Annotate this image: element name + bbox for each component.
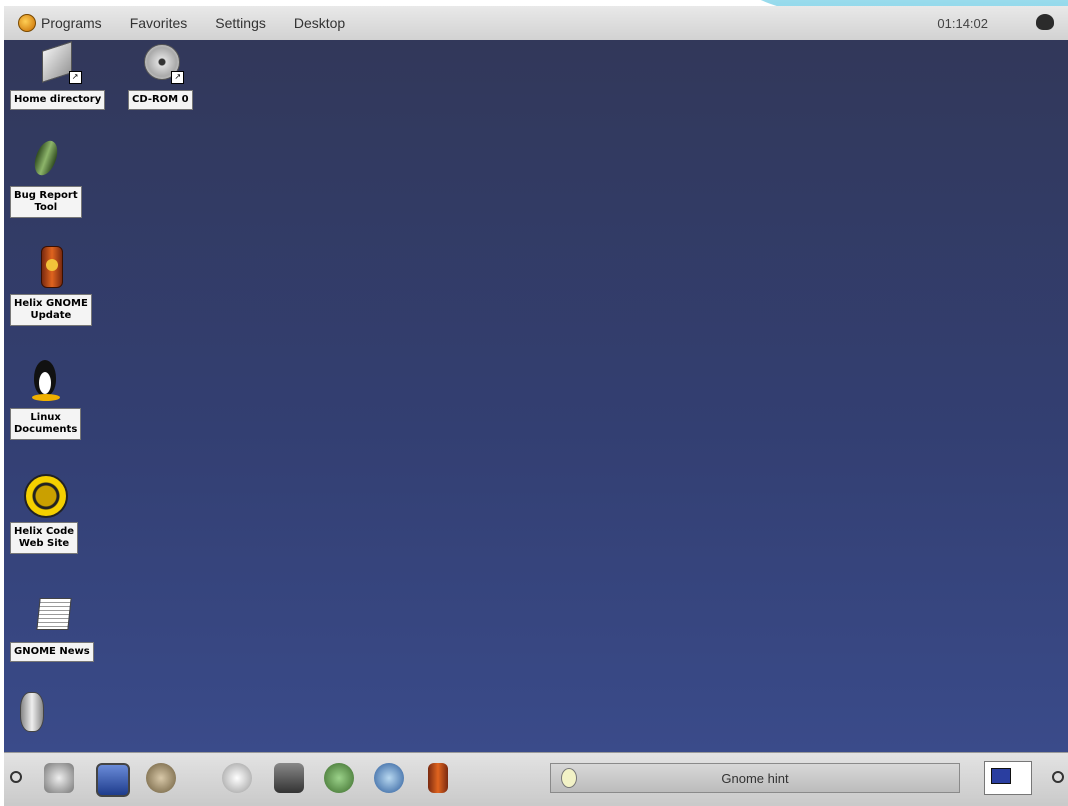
menu-programs-label: Programs bbox=[41, 15, 102, 31]
hint-text: Gnome hint bbox=[721, 770, 789, 786]
workspace-pager[interactable] bbox=[984, 761, 1032, 795]
menu-desktop[interactable]: Desktop bbox=[280, 6, 359, 40]
web-browser-icon[interactable] bbox=[374, 763, 404, 793]
desktop-icon-label: CD-ROM 0 bbox=[128, 90, 193, 110]
desktop-icon-cdrom[interactable]: ↗ CD-ROM 0 bbox=[128, 40, 193, 110]
top-panel: Programs Favorites Settings Desktop 01:1… bbox=[4, 6, 1068, 41]
desktop-icon-label: Home directory bbox=[10, 90, 106, 110]
desktop-icon-bug-report[interactable]: Bug Report Tool bbox=[10, 136, 82, 218]
desktop-icon-label: Helix GNOME Update bbox=[10, 294, 92, 326]
desktop-icon-linux-documents[interactable]: Linux Documents bbox=[10, 358, 82, 440]
tux-penguin-icon bbox=[24, 358, 68, 402]
desktop-icon-home[interactable]: ↗ Home directory bbox=[10, 40, 106, 110]
mail-icon[interactable] bbox=[324, 763, 354, 793]
desktop-icon-label: Helix Code Web Site bbox=[10, 522, 79, 554]
desktop-icon-gnome-foot[interactable] bbox=[10, 690, 54, 734]
settings-icon[interactable] bbox=[274, 763, 304, 793]
monitor-icon[interactable] bbox=[96, 763, 130, 797]
desktop-icon-helix-web-site[interactable]: Helix Code Web Site bbox=[10, 472, 79, 554]
clock[interactable]: 01:14:02 bbox=[937, 6, 988, 40]
gnome-hint-applet[interactable]: Gnome hint bbox=[550, 763, 960, 793]
system-tray-icon[interactable] bbox=[1036, 14, 1054, 30]
workspace-cell[interactable] bbox=[991, 768, 1011, 784]
update-jar-icon[interactable] bbox=[428, 763, 448, 793]
desktop-icon-label: GNOME News bbox=[10, 642, 94, 662]
newspaper-icon bbox=[30, 592, 74, 636]
help-icon[interactable] bbox=[222, 763, 252, 793]
menu-programs[interactable]: Programs bbox=[4, 6, 116, 40]
desktop-icon-label: Bug Report Tool bbox=[10, 186, 82, 218]
panel-hide-right-button[interactable] bbox=[1052, 771, 1064, 783]
desktop-icon-gnome-news[interactable]: GNOME News bbox=[10, 592, 94, 662]
menu-settings[interactable]: Settings bbox=[201, 6, 280, 40]
bottom-panel: Gnome hint bbox=[4, 752, 1068, 806]
screen: Programs Favorites Settings Desktop 01:1… bbox=[0, 0, 1068, 806]
folder-icon: ↗ bbox=[36, 40, 82, 84]
bug-icon bbox=[24, 136, 68, 180]
gnome-foot-menu-icon[interactable] bbox=[44, 763, 74, 793]
desktop-area: ↗ Home directory ↗ CD-ROM 0 Bug Report T… bbox=[4, 40, 1068, 752]
gnome-foot-icon bbox=[18, 14, 36, 32]
menu-favorites[interactable]: Favorites bbox=[116, 6, 202, 40]
helix-gear-icon bbox=[22, 472, 69, 518]
menu-settings-label: Settings bbox=[215, 15, 266, 31]
menu-desktop-label: Desktop bbox=[293, 15, 346, 31]
update-jar-icon bbox=[29, 244, 73, 288]
desktop-icon-label: Linux Documents bbox=[10, 408, 82, 440]
gnome-foot-icon bbox=[10, 690, 54, 734]
desktop-icon-helix-update[interactable]: Helix GNOME Update bbox=[10, 244, 92, 326]
panel-hide-left-button[interactable] bbox=[10, 771, 22, 783]
menu-favorites-label: Favorites bbox=[129, 15, 188, 31]
shell-icon[interactable] bbox=[146, 763, 176, 793]
cdrom-icon: ↗ bbox=[138, 40, 185, 84]
